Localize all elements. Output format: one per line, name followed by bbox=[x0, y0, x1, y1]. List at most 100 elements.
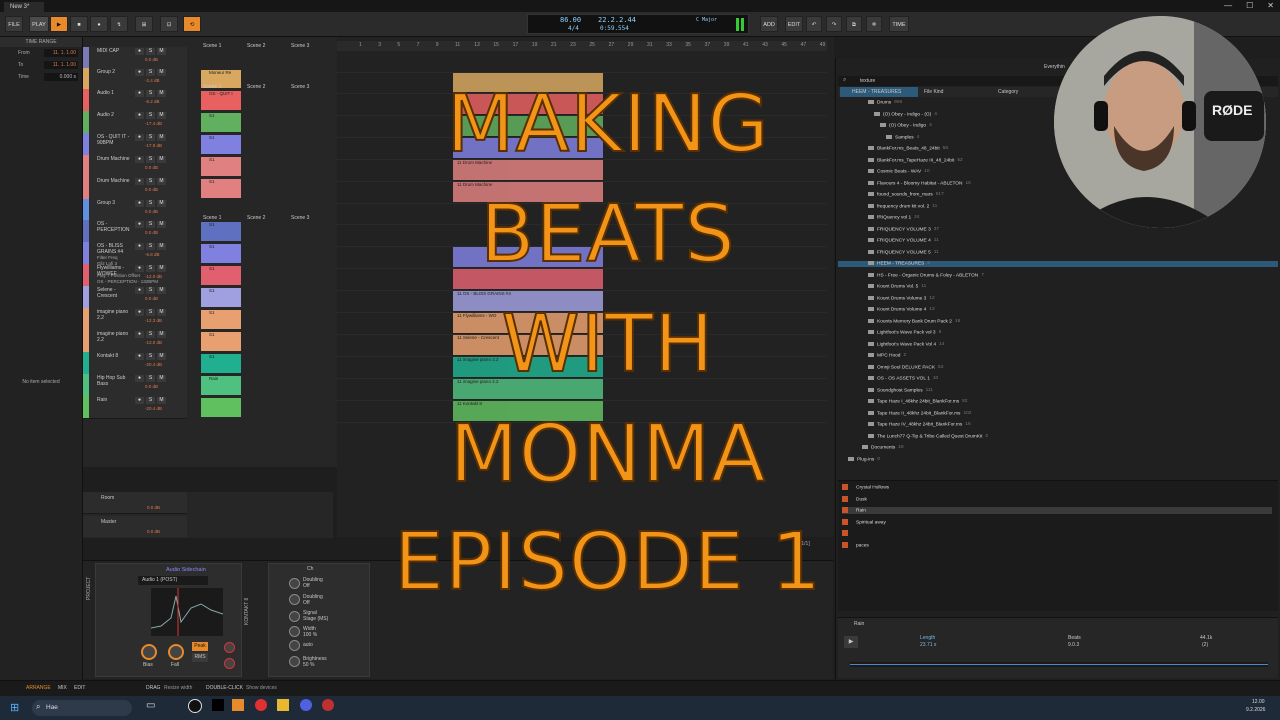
param-knob[interactable] bbox=[289, 594, 300, 605]
key-value[interactable]: C Major bbox=[696, 17, 717, 23]
preview-waveform[interactable] bbox=[850, 662, 1268, 667]
track-row[interactable]: OS - PERCEPTION ● S M 0.0 dB bbox=[83, 220, 187, 243]
add-button[interactable]: ADD bbox=[760, 16, 778, 32]
solo-button[interactable]: S bbox=[146, 112, 155, 119]
launcher-clip[interactable]: S1 bbox=[201, 288, 241, 307]
record-icon[interactable]: ● bbox=[90, 16, 108, 32]
start-icon[interactable]: ⊞ bbox=[10, 701, 19, 714]
mute-button[interactable]: M bbox=[157, 221, 166, 228]
time-button[interactable]: TIME bbox=[889, 16, 909, 32]
arm-button[interactable]: ● bbox=[135, 156, 144, 163]
fall-knob[interactable] bbox=[168, 644, 184, 660]
browser-tree-item[interactable]: The Lunch77 Q-Tip & Tribe Called Quest D… bbox=[868, 433, 988, 440]
mute-button[interactable]: M bbox=[157, 69, 166, 76]
app-icon[interactable] bbox=[212, 699, 224, 711]
track-row[interactable]: Drum Machine ● S M 0.0 dB bbox=[83, 155, 187, 178]
browser-tree-item[interactable]: BlankFor.ms_Beats_48_24bit 58 bbox=[868, 146, 948, 152]
track-row[interactable]: imagine piano 2.2 ● S M -12.3 dB bbox=[83, 308, 187, 331]
gain-knob[interactable] bbox=[224, 658, 235, 669]
app-icon[interactable] bbox=[300, 699, 312, 711]
param-knob[interactable] bbox=[289, 611, 300, 622]
browser-tree-item[interactable]: Tape Haze I_48khz 24bit_BlankFor.ms 82 bbox=[868, 399, 967, 405]
arm-button[interactable]: ● bbox=[135, 178, 144, 185]
browser-tree-item[interactable]: Lightfoot's Wave Pack vol 36 bbox=[868, 330, 941, 336]
result-item[interactable]: Dusk bbox=[842, 495, 1272, 503]
mute-button[interactable]: M bbox=[157, 331, 166, 338]
solo-button[interactable]: S bbox=[146, 178, 155, 185]
play-label-button[interactable]: PLAY bbox=[29, 16, 49, 32]
bitwig-icon[interactable] bbox=[232, 699, 244, 711]
param-knob[interactable] bbox=[289, 640, 300, 651]
scene-header[interactable]: Scene 1 bbox=[203, 83, 221, 91]
launcher-clip[interactable]: S1 bbox=[201, 332, 241, 351]
track-row[interactable]: Hip Hop Sub Bass ● S M 0.0 dB bbox=[83, 374, 187, 397]
track-row[interactable]: Selene - Crescent ● S M 0.0 dB bbox=[83, 286, 187, 309]
launcher-clip[interactable]: S1 bbox=[201, 244, 241, 263]
mute-button[interactable]: M bbox=[157, 156, 166, 163]
arm-button[interactable]: ● bbox=[135, 353, 144, 360]
solo-button[interactable]: S bbox=[146, 397, 155, 404]
mute-button[interactable]: M bbox=[157, 112, 166, 119]
browser-tree-item[interactable]: Drums 906 bbox=[868, 100, 902, 106]
maximize-icon[interactable]: ☐ bbox=[1246, 0, 1253, 12]
mute-button[interactable]: M bbox=[157, 265, 166, 272]
signature-value[interactable]: 4/4 bbox=[568, 25, 579, 32]
scene-header[interactable]: Scene 3 bbox=[291, 83, 309, 91]
solo-button[interactable]: S bbox=[146, 134, 155, 141]
minimize-icon[interactable]: — bbox=[1224, 0, 1232, 12]
project-tab-label[interactable]: PROJECT bbox=[86, 577, 92, 600]
launcher-clip[interactable]: S1 bbox=[201, 113, 241, 132]
scene-header[interactable]: Scene 3 bbox=[291, 214, 309, 222]
automation-icon[interactable]: ↯ bbox=[110, 16, 128, 32]
folder-icon[interactable] bbox=[277, 699, 289, 711]
browser-tree-item[interactable]: Samples 4 bbox=[886, 134, 919, 141]
mute-button[interactable]: M bbox=[157, 287, 166, 294]
loop-icon[interactable]: ⟲ bbox=[183, 16, 201, 32]
close-icon[interactable]: ✕ bbox=[1267, 0, 1274, 12]
result-item[interactable]: Rain bbox=[842, 507, 1272, 515]
timeline-ruler[interactable]: 1 3 5 7 9 11 13 15 17 19 21 23 25 27 29 31 33 35 37 39 41 43 4… bbox=[337, 41, 827, 51]
browser-tree-item[interactable]: Kount Drums Vol. 5 11 bbox=[868, 284, 926, 290]
mute-button[interactable]: M bbox=[157, 375, 166, 382]
browser-tree-item[interactable]: Lightfoot's Wave Pack Vol 4 14 bbox=[868, 341, 944, 348]
track-row[interactable]: Room 0.0 dB bbox=[83, 492, 187, 514]
preview-play-icon[interactable]: ▶ bbox=[844, 636, 858, 648]
file-button[interactable]: FILE bbox=[5, 16, 23, 32]
launcher-clip[interactable]: OS - QUIT I bbox=[201, 91, 241, 110]
solo-button[interactable]: S bbox=[146, 90, 155, 97]
browser-tree-item[interactable]: MPC Hood 2 bbox=[868, 353, 906, 359]
scene-header[interactable]: Scene 2 bbox=[247, 214, 265, 222]
mute-button[interactable]: M bbox=[157, 309, 166, 316]
mute-button[interactable]: M bbox=[157, 48, 166, 55]
solo-button[interactable]: S bbox=[146, 48, 155, 55]
solo-button[interactable]: S bbox=[146, 69, 155, 76]
solo-button[interactable]: S bbox=[146, 156, 155, 163]
browser-tree-item[interactable]: Tape Haze II_48khz 24bit_BlankFor.ms 102 bbox=[868, 410, 971, 417]
solo-button[interactable]: S bbox=[146, 200, 155, 207]
arm-button[interactable]: ● bbox=[135, 287, 144, 294]
arm-button[interactable]: ● bbox=[135, 112, 144, 119]
launcher-clip[interactable]: S1 bbox=[201, 354, 241, 373]
stop-icon[interactable]: ■ bbox=[70, 16, 88, 32]
project-tab[interactable]: New 3* bbox=[4, 2, 44, 12]
source-select[interactable]: Audio 1 (POST) bbox=[138, 576, 208, 585]
arm-button[interactable]: ● bbox=[135, 48, 144, 55]
solo-button[interactable]: S bbox=[146, 309, 155, 316]
mute-button[interactable]: M bbox=[157, 243, 166, 250]
launcher-clip[interactable]: S1 bbox=[201, 135, 241, 154]
browser-tree-item[interactable]: FRIQUENCY VOLUME 3 37 bbox=[868, 226, 939, 233]
copy-icon[interactable]: ⧉ bbox=[846, 16, 862, 32]
arm-button[interactable]: ● bbox=[135, 397, 144, 404]
arm-button[interactable]: ● bbox=[135, 134, 144, 141]
edit-button[interactable]: EDIT bbox=[785, 16, 803, 32]
browser-tree-item[interactable]: fRIQuency vol 1 24 bbox=[868, 215, 919, 221]
launcher-clip[interactable]: S1 bbox=[201, 310, 241, 329]
arm-button[interactable]: ● bbox=[135, 69, 144, 76]
browser-icon[interactable] bbox=[255, 699, 267, 711]
arm-button[interactable]: ● bbox=[135, 90, 144, 97]
settings-icon[interactable]: ✲ bbox=[866, 16, 882, 32]
arranger-lane[interactable] bbox=[337, 51, 827, 73]
peak-button[interactable]: Peak bbox=[192, 642, 208, 651]
track-row[interactable]: Group 2 ● S M -2.4 dB bbox=[83, 68, 187, 90]
solo-button[interactable]: S bbox=[146, 221, 155, 228]
